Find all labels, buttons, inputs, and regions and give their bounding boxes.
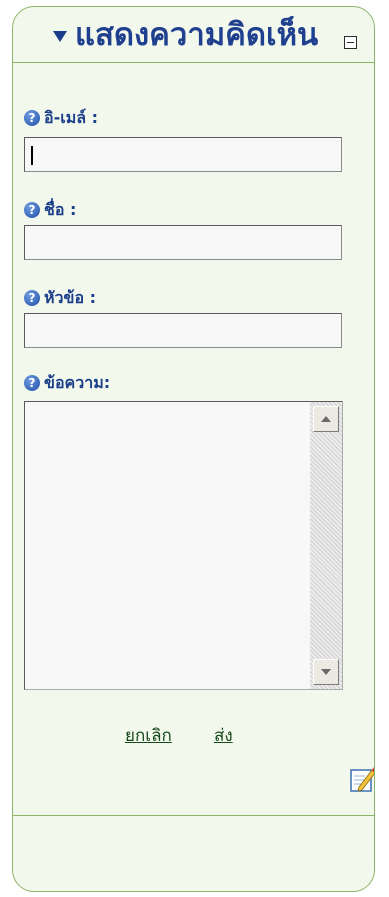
triangle-down-icon[interactable] bbox=[53, 31, 67, 42]
footer-divider bbox=[13, 815, 374, 816]
subject-label: หัวข้อ : bbox=[44, 288, 97, 307]
collapse-icon[interactable] bbox=[344, 36, 357, 49]
help-question-icon[interactable]: ? bbox=[24, 375, 40, 391]
scroll-down-button[interactable] bbox=[313, 659, 339, 685]
text-caret bbox=[31, 146, 33, 165]
message-textarea[interactable] bbox=[24, 401, 343, 690]
email-field[interactable] bbox=[24, 137, 342, 172]
name-label: ชื่อ : bbox=[44, 200, 77, 219]
send-link[interactable]: ส่ง bbox=[214, 725, 233, 747]
help-question-icon[interactable]: ? bbox=[24, 110, 40, 126]
message-label: ข้อความ: bbox=[44, 373, 111, 392]
panel-header: แสดงความคิดเห็น bbox=[13, 7, 374, 63]
subject-field[interactable] bbox=[24, 313, 342, 348]
message-scrollbar[interactable] bbox=[310, 402, 342, 689]
help-question-icon[interactable]: ? bbox=[24, 202, 40, 218]
email-label: อิ-เมล์ : bbox=[44, 108, 99, 127]
scroll-up-button[interactable] bbox=[313, 406, 339, 432]
name-field[interactable] bbox=[24, 225, 342, 260]
edit-pencil-icon[interactable] bbox=[350, 765, 375, 793]
panel-title: แสดงความคิดเห็น bbox=[75, 17, 319, 53]
comment-panel: แสดงความคิดเห็น ? อิ-เมล์ : ? ชื่อ : ? ห… bbox=[12, 6, 375, 892]
help-question-icon[interactable]: ? bbox=[24, 290, 40, 306]
cancel-link[interactable]: ยกเลิก bbox=[125, 725, 172, 747]
